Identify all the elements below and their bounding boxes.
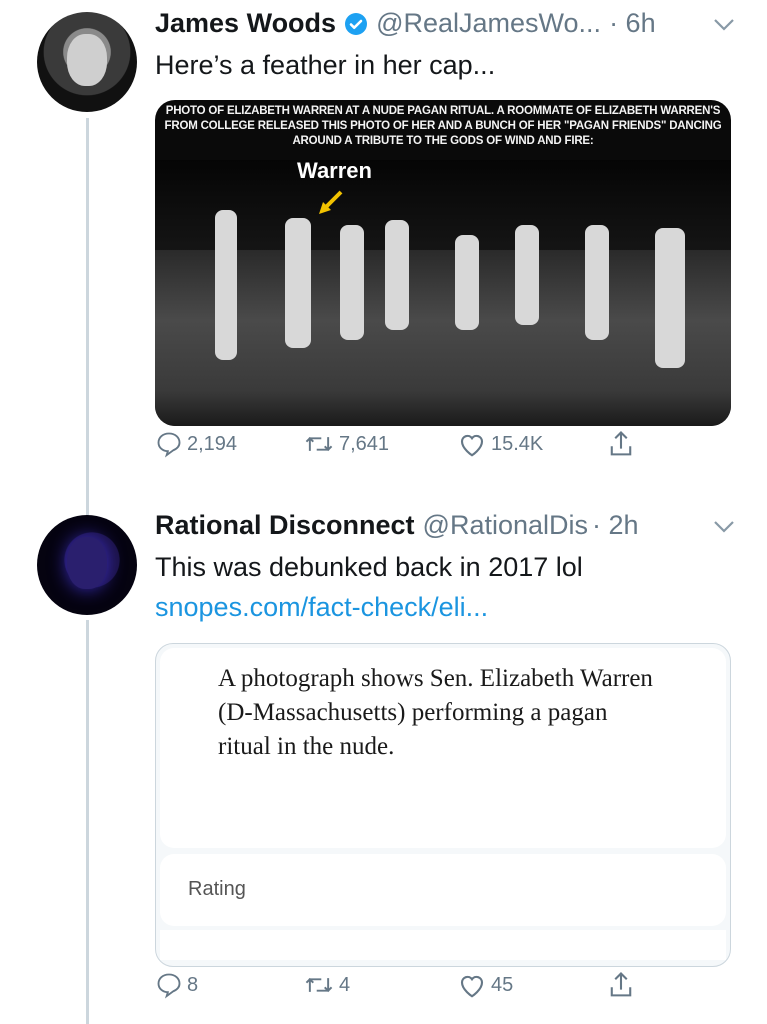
- retweet-count: 4: [339, 973, 351, 996]
- rating-label: Rating: [188, 878, 246, 900]
- dancer-figure: [585, 225, 609, 340]
- share-icon: [610, 430, 632, 456]
- retweet-button[interactable]: 4: [303, 971, 350, 999]
- timestamp[interactable]: · 2h: [592, 510, 639, 541]
- dancer-figure: [455, 235, 479, 330]
- reply-count: 2,194: [187, 432, 238, 455]
- card-rating-panel: Rating: [160, 854, 726, 926]
- reply-button[interactable]: 8: [155, 971, 198, 999]
- like-icon: [460, 975, 484, 998]
- reply-button[interactable]: 2,194: [155, 430, 237, 458]
- timestamp[interactable]: · 6h: [609, 8, 656, 39]
- like-count: 45: [491, 973, 514, 996]
- avatar[interactable]: [37, 515, 137, 615]
- like-button[interactable]: 15.4K: [457, 430, 543, 458]
- chevron-down-icon[interactable]: [713, 12, 735, 38]
- thread-line: [86, 118, 89, 516]
- share-button[interactable]: [607, 429, 639, 459]
- verified-badge-icon: [344, 12, 368, 36]
- retweet-button[interactable]: 7,641: [303, 430, 389, 458]
- card-claim: A photograph shows Sen. Elizabeth Warren…: [218, 665, 653, 760]
- author-name[interactable]: Rational Disconnect: [155, 510, 415, 541]
- tweet-header: James Woods @RealJamesWo... · 6h: [155, 8, 656, 39]
- author-handle[interactable]: @RealJamesWo...: [376, 8, 601, 39]
- media-caption: Photo of Elizabeth Warren at a nude paga…: [164, 105, 722, 147]
- retweet-icon: [305, 977, 333, 993]
- like-button[interactable]: 45: [457, 971, 513, 999]
- dancer-figure: [285, 218, 311, 348]
- tweet-media[interactable]: Photo of Elizabeth Warren at a nude paga…: [155, 100, 731, 426]
- author-name[interactable]: James Woods: [155, 8, 336, 39]
- card-claim-panel: A photograph shows Sen. Elizabeth Warren…: [160, 648, 726, 848]
- media-ground: [155, 250, 731, 426]
- avatar[interactable]: [37, 12, 137, 112]
- dancer-figure: [340, 225, 364, 340]
- reply-count: 8: [187, 973, 199, 996]
- dancer-figure: [215, 210, 237, 360]
- like-icon: [460, 434, 484, 457]
- card-footer: [160, 930, 726, 960]
- dancer-figure: [655, 228, 685, 368]
- dancer-figure: [385, 220, 409, 330]
- reply-icon: [157, 432, 181, 458]
- tweet-text: This was debunked back in 2017 lol: [155, 552, 583, 582]
- retweet-icon: [305, 436, 333, 452]
- reply-icon: [157, 973, 181, 999]
- media-label: Warren: [297, 158, 372, 183]
- share-icon: [610, 971, 632, 997]
- dancer-figure: [515, 225, 539, 325]
- like-count: 15.4K: [491, 432, 544, 455]
- tweet-link[interactable]: snopes.com/fact-check/eli...: [155, 592, 488, 623]
- arrow-icon: [319, 190, 343, 214]
- link-card[interactable]: A photograph shows Sen. Elizabeth Warren…: [155, 643, 731, 967]
- chevron-down-icon[interactable]: [713, 514, 735, 540]
- tweet-header: Rational Disconnect @RationalDis · 2h: [155, 510, 639, 541]
- author-handle[interactable]: @RationalDis: [423, 510, 588, 541]
- thread-line: [86, 620, 89, 1024]
- share-button[interactable]: [607, 970, 639, 1000]
- tweet-text: Here’s a feather in her cap...: [155, 50, 496, 80]
- retweet-count: 7,641: [339, 432, 390, 455]
